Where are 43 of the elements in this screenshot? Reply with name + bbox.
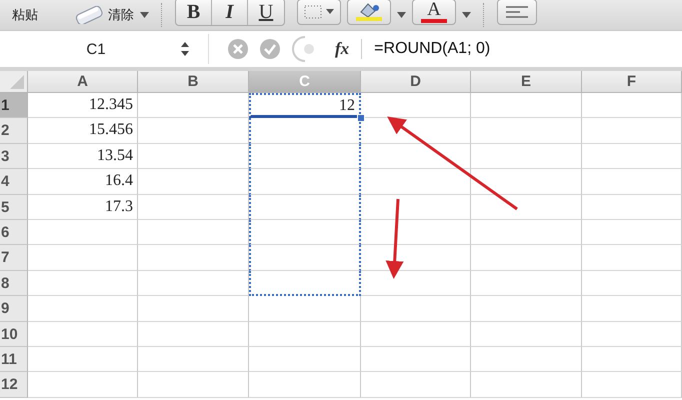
caret-icon[interactable]: [462, 12, 471, 18]
row-header[interactable]: 11: [0, 346, 28, 372]
format-button[interactable]: I: [212, 0, 248, 25]
borders-button[interactable]: [297, 0, 341, 25]
column-header[interactable]: F: [582, 71, 682, 93]
row-header[interactable]: 5: [0, 194, 28, 220]
column-header[interactable]: D: [361, 71, 471, 93]
table-cell: 15.456: [28, 118, 138, 144]
font-color-button[interactable]: A: [412, 0, 456, 25]
fill-handle[interactable]: [357, 114, 365, 122]
row-header[interactable]: 2: [0, 118, 28, 144]
align-left-icon: [506, 6, 528, 18]
row-header[interactable]: 12: [0, 372, 28, 398]
column-header[interactable]: A: [28, 71, 138, 93]
column-header[interactable]: B: [138, 71, 249, 93]
row-header[interactable]: 6: [0, 220, 28, 246]
format-button[interactable]: U: [248, 0, 284, 25]
table-cell: 17.3: [28, 194, 138, 220]
table-cell: 13.54: [28, 144, 138, 170]
name-box[interactable]: C1: [0, 40, 176, 58]
stepper-icon[interactable]: [180, 41, 190, 57]
row-header[interactable]: 1: [0, 93, 28, 118]
paste-label[interactable]: 粘贴: [12, 6, 38, 24]
caret-icon[interactable]: [397, 12, 406, 18]
row-header[interactable]: 10: [0, 322, 28, 347]
formula-input[interactable]: =ROUND(A1; 0): [362, 40, 682, 58]
format-button[interactable]: B: [176, 0, 212, 25]
table-cell: 12: [249, 93, 361, 118]
align-left-button[interactable]: [497, 0, 537, 25]
table-cell: 12.345: [28, 93, 138, 118]
borders-icon: [304, 5, 334, 19]
fill-color-swatch: [356, 17, 382, 21]
font-color-swatch: [421, 19, 447, 23]
column-header[interactable]: E: [471, 71, 582, 93]
row-header[interactable]: 9: [0, 296, 28, 322]
caret-icon[interactable]: [140, 12, 149, 18]
row-header[interactable]: 4: [0, 169, 28, 195]
clear-button[interactable]: 清除: [74, 6, 134, 24]
row-header[interactable]: 7: [0, 245, 28, 271]
row-header[interactable]: 8: [0, 270, 28, 296]
fill-color-button[interactable]: [347, 0, 391, 25]
table-cell: 16.4: [28, 169, 138, 195]
row-header[interactable]: 3: [0, 144, 28, 170]
